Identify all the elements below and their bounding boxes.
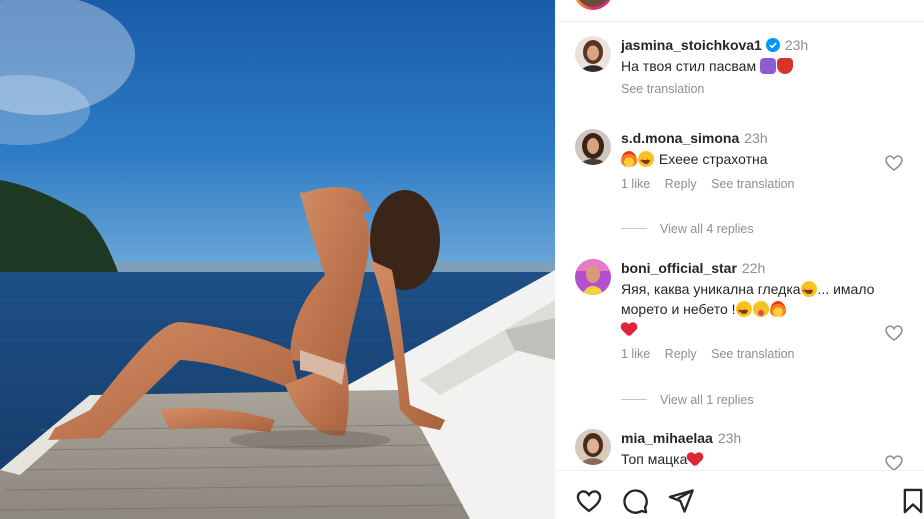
owner-avatar[interactable] (573, 0, 613, 10)
star-struck-emoji-icon (735, 301, 752, 322)
comment-username[interactable]: boni_official_star (621, 260, 737, 276)
like-count[interactable]: 1 like (621, 347, 650, 361)
reply-button[interactable]: Reply (665, 347, 697, 361)
post-action-bar (555, 470, 924, 519)
heart-icon[interactable] (575, 487, 603, 515)
red-face-emoji-icon (776, 58, 793, 74)
verified-badge-icon (765, 38, 780, 52)
like-comment-heart-icon[interactable] (884, 153, 904, 173)
post-header (555, 0, 924, 22)
comments-list[interactable]: jasmina_stoichkova1 23h На твоя стил пасв… (555, 22, 924, 470)
comment-username[interactable]: jasmina_stoichkova1 (621, 37, 762, 53)
like-comment-heart-icon[interactable] (884, 323, 904, 343)
comment-text-part1: Яяя, каква уникална гледка (621, 281, 801, 297)
comment-text-row: Яяя, каква уникална гледка... имало море… (621, 279, 881, 339)
see-translation-button[interactable]: See translation (711, 347, 794, 361)
comment-icon[interactable] (621, 487, 649, 515)
comment-time[interactable]: 23h (744, 130, 767, 146)
see-translation-button[interactable]: See translation (621, 82, 704, 96)
reply-button[interactable]: Reply (665, 177, 697, 191)
see-translation-button[interactable]: See translation (711, 177, 794, 191)
like-comment-heart-icon[interactable] (884, 453, 904, 470)
star-struck-emoji-icon (800, 281, 817, 302)
replies-divider (621, 228, 647, 229)
red-heart-emoji-icon (687, 453, 703, 467)
view-replies-label[interactable]: View all 1 replies (660, 393, 754, 407)
avatar[interactable] (575, 129, 611, 165)
purple-emoji-icon (759, 58, 776, 74)
red-heart-emoji-icon (621, 323, 637, 337)
comment-text: Ехеее страхотна (658, 151, 768, 167)
comment-text-row: На твоя стил пасвам (621, 56, 881, 76)
avatar[interactable] (575, 429, 611, 465)
fire-emoji-icon (621, 151, 637, 167)
avatar[interactable] (575, 36, 611, 72)
star-struck-emoji-icon (638, 151, 654, 172)
avatar[interactable] (575, 259, 611, 295)
bookmark-icon[interactable] (899, 487, 924, 515)
view-replies-button[interactable]: View all 1 replies (621, 393, 754, 407)
comment-time[interactable]: 23h (718, 430, 741, 446)
comment-time[interactable]: 22h (742, 260, 765, 276)
like-count[interactable]: 1 like (621, 177, 650, 191)
share-icon[interactable] (667, 487, 695, 515)
replies-divider (621, 399, 647, 400)
fire-emoji-icon (769, 301, 786, 317)
comment-username[interactable]: mia_mihaelaa (621, 430, 713, 446)
view-replies-button[interactable]: View all 4 replies (621, 222, 754, 236)
comment-text-row: Ехеее страхотна (621, 149, 881, 172)
comment-text: Топ мацка (621, 451, 688, 467)
post-photo[interactable] (0, 0, 555, 519)
comment-time[interactable]: 23h (785, 37, 808, 53)
comment-text-row: Топ мацка (621, 449, 881, 469)
tongue-face-emoji-icon (752, 301, 769, 317)
comment-text: На твоя стил пасвам (621, 58, 757, 74)
comments-panel: jasmina_stoichkova1 23h На твоя стил пасв… (555, 0, 924, 519)
view-replies-label[interactable]: View all 4 replies (660, 222, 754, 236)
comment-username[interactable]: s.d.mona_simona (621, 130, 739, 146)
post-image (0, 0, 555, 519)
